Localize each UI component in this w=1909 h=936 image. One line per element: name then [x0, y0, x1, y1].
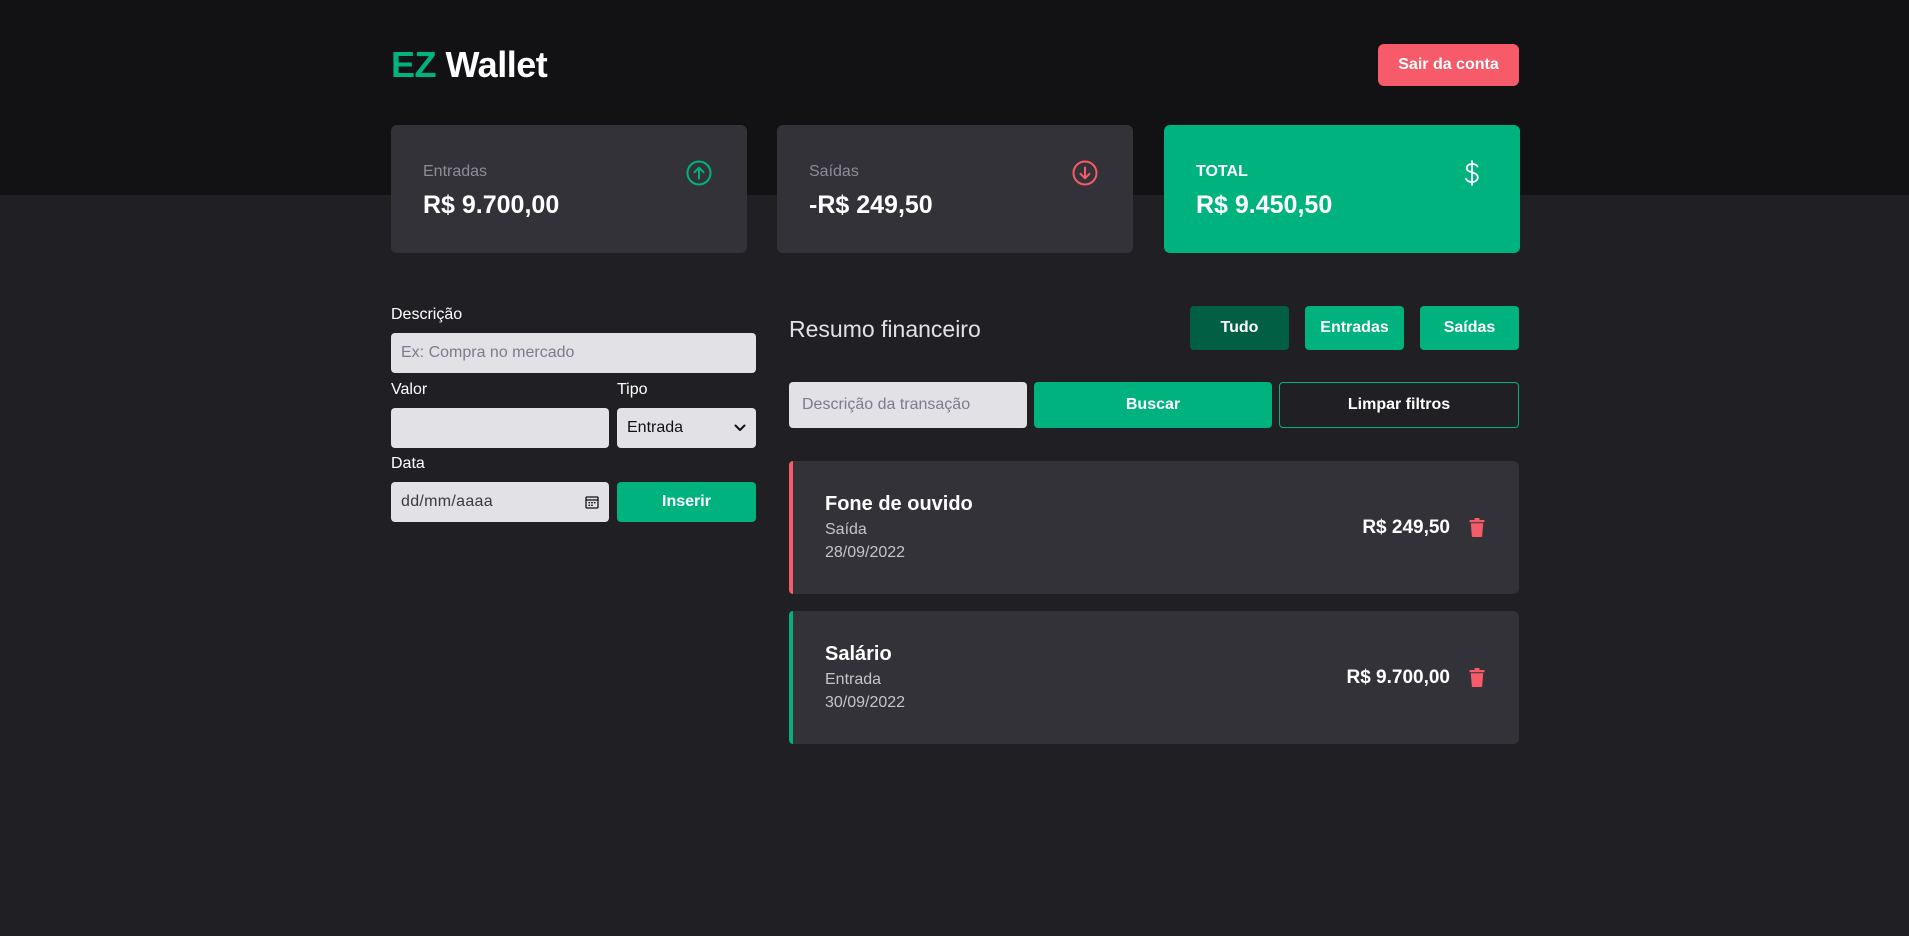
- outcome-card-label: Saídas: [809, 163, 859, 180]
- total-card-value: R$ 9.450,50: [1196, 191, 1333, 219]
- transaction-title: Fone de ouvido: [825, 493, 973, 515]
- trash-icon: [1469, 517, 1485, 537]
- search-button[interactable]: Buscar: [1034, 382, 1272, 428]
- filter-all-button[interactable]: Tudo: [1190, 306, 1289, 350]
- description-label: Descrição: [391, 306, 463, 323]
- total-card: TOTAL R$ 9.450,50: [1164, 125, 1520, 253]
- description-input[interactable]: [391, 333, 756, 373]
- date-input[interactable]: dd/mm/aaaa: [391, 482, 609, 522]
- logo-accent: EZ: [391, 44, 437, 85]
- date-label: Data: [391, 455, 425, 472]
- outcome-indicator: [789, 461, 793, 594]
- outcome-card: Saídas -R$ 249,50: [777, 125, 1133, 253]
- filter-income-button[interactable]: Entradas: [1305, 306, 1404, 350]
- type-select-value: Entrada: [627, 419, 684, 436]
- income-card-label: Entradas: [423, 163, 488, 180]
- logo-text: Wallet: [445, 44, 548, 85]
- app-container: EZ Wallet Sair da conta Entradas R$ 9.70…: [391, 0, 1520, 936]
- dollar-sign-icon: [1465, 160, 1479, 186]
- transaction-amount: R$ 249,50: [1362, 517, 1450, 538]
- summary-cards: Entradas R$ 9.700,00 Saídas -R$ 249,50 T…: [391, 125, 1520, 253]
- transaction-title: Salário: [825, 643, 892, 665]
- outcome-card-value: -R$ 249,50: [809, 191, 933, 219]
- type-label: Tipo: [617, 381, 648, 398]
- income-card: Entradas R$ 9.700,00: [391, 125, 747, 253]
- date-placeholder: dd/mm/aaaa: [401, 493, 493, 510]
- transaction-type: Saída: [825, 521, 867, 538]
- transaction-item: Fone de ouvido Saída 28/09/2022 R$ 249,5…: [789, 461, 1519, 594]
- app-logo: EZ Wallet: [391, 44, 548, 86]
- transaction-date: 28/09/2022: [825, 544, 906, 561]
- logout-button[interactable]: Sair da conta: [1378, 44, 1519, 86]
- trash-icon: [1469, 667, 1485, 687]
- insert-button[interactable]: Inserir: [617, 482, 756, 522]
- section-title: Resumo financeiro: [789, 316, 981, 342]
- search-input[interactable]: [789, 382, 1027, 428]
- transaction-type: Entrada: [825, 671, 882, 688]
- transaction-date: 30/09/2022: [825, 694, 906, 711]
- arrow-down-circle-icon: [1072, 160, 1098, 186]
- total-card-label: TOTAL: [1196, 163, 1248, 180]
- value-input[interactable]: [391, 408, 609, 448]
- value-label: Valor: [391, 381, 428, 398]
- transaction-amount: R$ 9.700,00: [1346, 667, 1450, 688]
- delete-transaction-button[interactable]: [1467, 666, 1487, 688]
- income-card-value: R$ 9.700,00: [423, 191, 560, 219]
- delete-transaction-button[interactable]: [1467, 516, 1487, 538]
- chevron-down-icon: [734, 424, 746, 431]
- arrow-up-circle-icon: [686, 160, 712, 186]
- calendar-icon[interactable]: [585, 495, 599, 509]
- clear-filters-button[interactable]: Limpar filtros: [1279, 382, 1519, 428]
- transaction-item: Salário Entrada 30/09/2022 R$ 9.700,00: [789, 611, 1519, 744]
- type-select[interactable]: Entrada: [617, 408, 756, 448]
- filter-outcome-button[interactable]: Saídas: [1420, 306, 1519, 350]
- income-indicator: [789, 611, 793, 744]
